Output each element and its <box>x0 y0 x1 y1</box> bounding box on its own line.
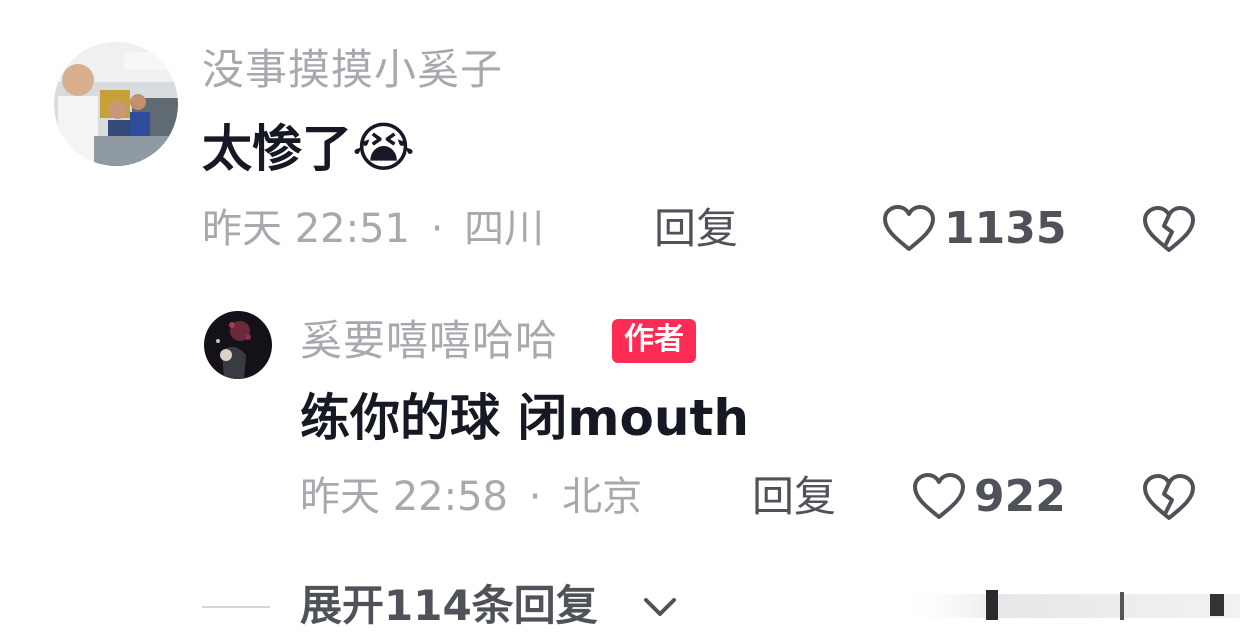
comment-text: 练你的球 闭mouth <box>300 389 749 447</box>
like-count: 922 <box>974 471 1066 522</box>
meta-separator: · <box>430 206 444 252</box>
heart-outline-icon <box>912 473 966 521</box>
username[interactable]: 奚要嘻嘻哈哈 <box>300 315 558 367</box>
crying-face-emoji: 😭 <box>352 116 416 179</box>
comment-time: 昨天 22:58 <box>300 474 508 520</box>
divider <box>202 606 270 608</box>
expand-replies-label: 展开114条回复 <box>300 581 598 630</box>
meta-separator: · <box>528 474 542 520</box>
username[interactable]: 没事摸摸小奚子 <box>202 44 503 96</box>
chevron-down-icon <box>640 594 680 622</box>
comment-location: 北京 <box>562 474 643 520</box>
avatar[interactable] <box>204 311 272 379</box>
like-button[interactable]: 922 <box>912 472 1066 522</box>
comment-meta: 昨天 22:51 · 四川 <box>202 204 544 254</box>
broken-heart-icon[interactable] <box>1142 474 1196 522</box>
like-button[interactable]: 1135 <box>882 204 1066 254</box>
watermark <box>900 588 1240 624</box>
reply-button[interactable]: 回复 <box>752 472 836 522</box>
comment-text: 太惨了😭 <box>202 118 415 179</box>
comment-meta: 昨天 22:58 · 北京 <box>300 472 642 522</box>
broken-heart-icon[interactable] <box>1142 206 1196 254</box>
reply-button[interactable]: 回复 <box>654 204 738 254</box>
comment-time: 昨天 22:51 <box>202 206 410 252</box>
like-count: 1135 <box>944 203 1067 254</box>
avatar[interactable] <box>54 42 178 166</box>
heart-outline-icon <box>882 205 936 253</box>
comment-text-body: 太惨了 <box>202 120 352 178</box>
author-badge: 作者 <box>612 319 696 363</box>
expand-replies-button[interactable]: 展开114条回复 <box>300 580 598 632</box>
comment-location: 四川 <box>464 206 545 252</box>
